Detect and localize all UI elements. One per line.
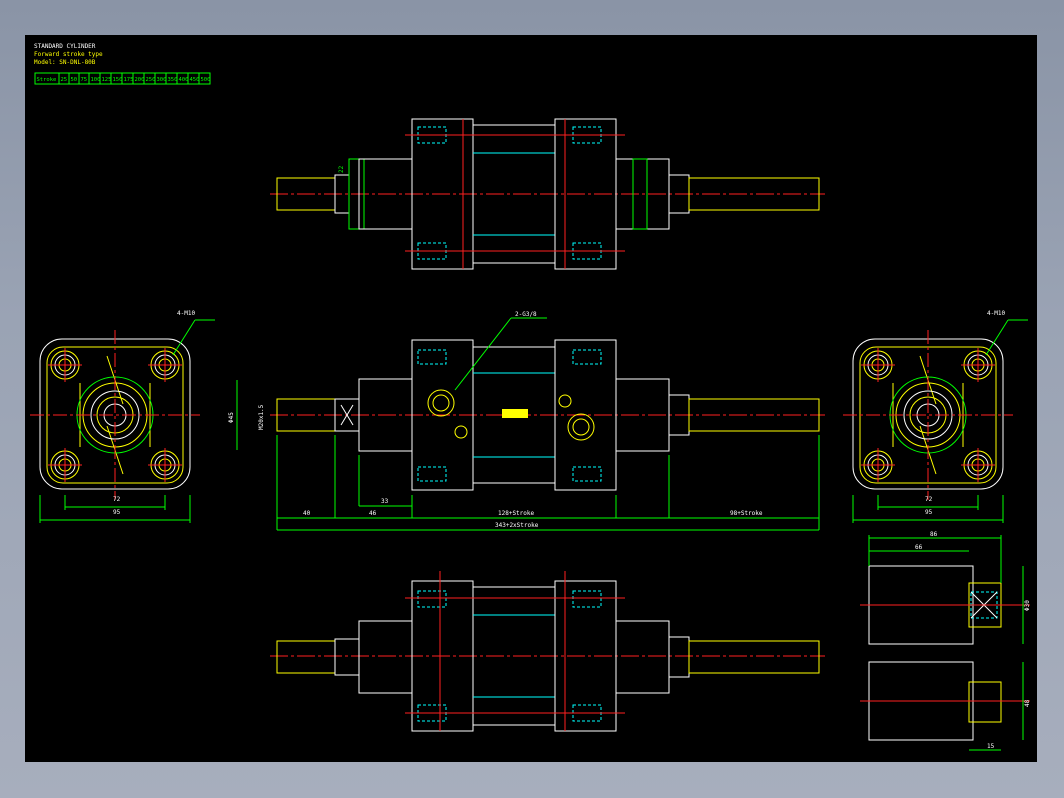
stroke-table-value: 25: [61, 77, 68, 83]
nut-views: 86 66 Φ30 48 15: [860, 531, 1031, 751]
dim-total: 343+2xStroke: [495, 522, 539, 529]
right-dim-72: 72: [925, 496, 933, 503]
port-left: [427, 389, 455, 417]
dim-46: 46: [369, 510, 377, 517]
stroke-table-value: 300: [157, 77, 167, 83]
cad-drawing: STANDARD CYLINDER Forward stroke type Mo…: [30, 43, 1031, 751]
left-dim-72: 72: [113, 496, 121, 503]
stroke-table-value: 75: [81, 77, 88, 83]
title-block: STANDARD CYLINDER Forward stroke type Mo…: [34, 43, 103, 66]
dim-40: 40: [303, 510, 311, 517]
left-holes-label: 4-M10: [177, 310, 195, 317]
right-dim-95: 95: [925, 509, 933, 516]
nut-dim-86: 86: [930, 531, 938, 538]
stroke-table-value: 350: [168, 77, 178, 83]
dim-body: 128+Stroke: [498, 510, 535, 517]
dim-rod: 98+Stroke: [730, 510, 763, 517]
nut-dim-dia: Φ30: [1024, 600, 1031, 611]
right-end-view: [843, 319, 1028, 523]
dim-33: 33: [381, 498, 389, 505]
stroke-table-value: 400: [179, 77, 189, 83]
thread-dim: M20x1.5: [258, 404, 265, 430]
nameplate: [502, 409, 528, 418]
right-holes-label: 4-M10: [987, 310, 1005, 317]
stroke-table-value: 250: [146, 77, 156, 83]
stroke-table-value: 50: [71, 77, 78, 83]
title-line-3: Model: SN-DNL-80B: [34, 59, 96, 66]
stroke-table-value: 150: [113, 77, 123, 83]
nut-dim-48: 48: [1024, 699, 1031, 707]
stroke-table-value: 125: [102, 77, 112, 83]
stroke-table-value: 200: [135, 77, 145, 83]
bore-dim: Φ45: [228, 412, 235, 423]
front-view: 2-G3/8 Φ45 M20x1.5 40 46 33 128+Stroke 9…: [228, 311, 825, 531]
title-line-1: STANDARD CYLINDER: [34, 43, 96, 50]
dim-22: 22: [338, 165, 345, 173]
title-line-2: Forward stroke type: [34, 51, 103, 58]
left-dim-95: 95: [113, 509, 121, 516]
stroke-table-value: 500: [201, 77, 211, 83]
stroke-table-value: 100: [91, 77, 101, 83]
port-right: [567, 413, 595, 441]
cad-drawing-canvas[interactable]: STANDARD CYLINDER Forward stroke type Mo…: [25, 35, 1037, 762]
bottom-view: [270, 571, 825, 732]
nut-dim-15: 15: [987, 743, 995, 750]
stroke-table-header: Stroke: [37, 77, 57, 83]
stroke-table: Stroke 25 50 75 100 125 150 175 200 250 300 350 400 4…: [34, 72, 211, 85]
left-end-view: [30, 319, 215, 523]
nut-dim-66: 66: [915, 544, 923, 551]
stroke-table-value: 450: [190, 77, 200, 83]
stroke-table-value: 175: [124, 77, 134, 83]
top-view: 22: [270, 118, 825, 270]
ports-label: 2-G3/8: [515, 311, 537, 318]
